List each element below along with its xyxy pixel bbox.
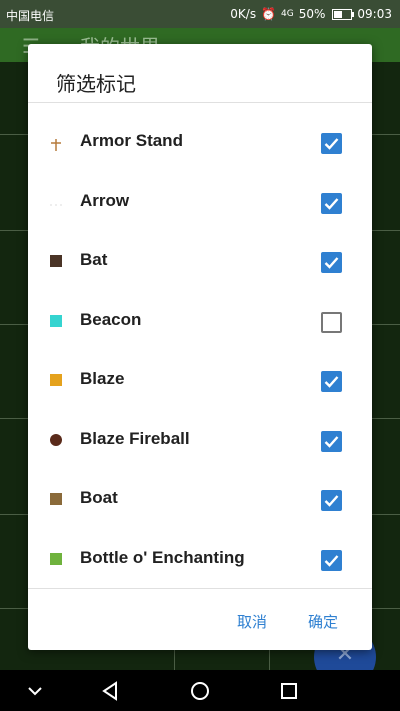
marker-filter-row[interactable]: Beacon xyxy=(28,293,372,352)
marker-filter-row[interactable]: Bottle o' Enchanting xyxy=(28,531,372,590)
arrow-icon xyxy=(50,196,64,208)
home-button[interactable] xyxy=(187,678,213,704)
back-button[interactable] xyxy=(98,678,124,704)
clock: 09:03 xyxy=(357,7,392,21)
marker-label: Bat xyxy=(80,250,108,269)
back-triangle-icon xyxy=(102,681,117,701)
title-divider xyxy=(28,102,372,103)
checkmark-icon xyxy=(324,495,339,507)
filter-markers-dialog: 筛选标记 Armor Stand Arrow Bat Beacon Blaze Blaze… xyxy=(28,44,372,650)
bottle-icon xyxy=(50,552,62,565)
checkmark-icon xyxy=(324,197,339,210)
status-bar: 中国电信 0K/s ⏰ 4G 50% 09:03 xyxy=(0,0,400,28)
confirm-button[interactable]: 确定 xyxy=(308,611,338,632)
blaze-icon xyxy=(50,374,62,386)
battery-icon xyxy=(332,8,355,20)
hide-nav-button[interactable] xyxy=(22,678,48,704)
home-circle-icon xyxy=(191,682,209,700)
checkbox-checked[interactable] xyxy=(321,549,342,571)
network-speed: 0K/s xyxy=(230,7,257,21)
checkbox-checked[interactable] xyxy=(321,133,342,154)
marker-label: Bottle o' Enchanting xyxy=(80,547,245,567)
boat-icon xyxy=(50,493,62,505)
beacon-icon xyxy=(50,314,62,327)
checkbox-checked[interactable] xyxy=(321,192,342,214)
cancel-button[interactable]: 取消 xyxy=(237,611,267,632)
recents-button[interactable] xyxy=(276,678,302,704)
checkmark-icon xyxy=(324,138,339,150)
checkmark-icon xyxy=(324,376,339,388)
dialog-actions: 取消 确定 xyxy=(28,589,372,650)
marker-label: Blaze xyxy=(80,369,125,388)
armor-stand-icon xyxy=(50,136,62,151)
bat-icon xyxy=(50,255,62,267)
marker-label: Blaze Fireball xyxy=(80,428,190,448)
marker-filter-row[interactable]: Armor Stand xyxy=(28,114,372,173)
checkmark-icon xyxy=(324,435,339,448)
marker-label: Arrow xyxy=(80,190,130,210)
status-icons: 0K/s ⏰ 4G 50% 09:03 xyxy=(230,7,392,21)
marker-filter-row[interactable]: Bat xyxy=(28,233,372,292)
marker-filter-row[interactable]: Blaze xyxy=(28,352,372,411)
dialog-title: 筛选标记 xyxy=(56,72,136,96)
battery-percent: 50% xyxy=(298,7,326,21)
checkbox-checked[interactable] xyxy=(321,430,342,452)
checkmark-icon xyxy=(324,554,339,567)
marker-label: Boat xyxy=(80,488,118,507)
checkbox-checked[interactable] xyxy=(321,371,342,392)
marker-filter-row[interactable]: Boat xyxy=(28,471,372,530)
marker-filter-row[interactable]: Blaze Fireball xyxy=(28,412,372,471)
marker-filter-row[interactable]: Arrow xyxy=(28,174,372,233)
checkbox-checked[interactable] xyxy=(321,490,342,511)
marker-label: Armor Stand xyxy=(80,131,183,150)
carrier-name: 中国电信 xyxy=(6,9,55,23)
checkmark-icon xyxy=(324,257,339,269)
blaze-fireball-icon xyxy=(50,433,62,446)
marker-label: Beacon xyxy=(80,309,142,329)
checkbox-checked[interactable] xyxy=(321,252,342,273)
alarm-icon: ⏰ xyxy=(261,7,277,21)
navigation-bar xyxy=(0,670,400,711)
chevron-down-icon xyxy=(28,687,42,696)
recents-square-icon xyxy=(281,683,297,699)
checkbox-unchecked[interactable] xyxy=(321,311,342,333)
network-type: 4G xyxy=(281,9,294,19)
